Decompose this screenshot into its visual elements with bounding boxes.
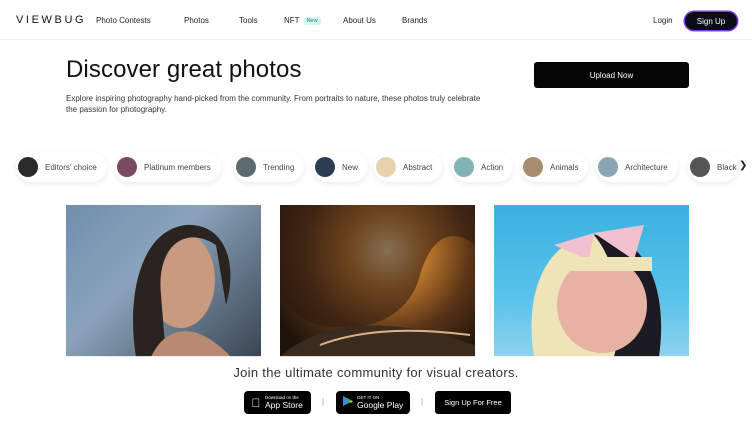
upload-now-button[interactable]: Upload Now bbox=[534, 62, 689, 88]
google-play-icon bbox=[339, 395, 357, 410]
photo-portrait-woman[interactable] bbox=[66, 205, 261, 357]
category-animals[interactable]: Animals bbox=[521, 152, 589, 182]
divider: | bbox=[421, 397, 424, 406]
category-architecture[interactable]: Architecture bbox=[596, 152, 678, 182]
new-badge: New bbox=[303, 17, 321, 25]
nav-nft[interactable]: NFT New bbox=[284, 16, 321, 25]
google-play-button[interactable]: GET IT ON Google Play bbox=[336, 391, 410, 414]
category-label: Action bbox=[481, 162, 504, 172]
apple-icon:  bbox=[247, 396, 265, 410]
signup-free-button[interactable]: Sign Up For Free bbox=[435, 391, 511, 414]
category-thumb bbox=[454, 157, 474, 177]
hero-description: Explore inspiring photography hand-picke… bbox=[66, 94, 481, 114]
login-link[interactable]: Login bbox=[653, 16, 673, 25]
category-thumb bbox=[523, 157, 543, 177]
category-action[interactable]: Action bbox=[452, 152, 514, 182]
category-thumb bbox=[18, 157, 38, 177]
category-label: New bbox=[342, 162, 359, 172]
category-label: Platinum members bbox=[144, 162, 211, 172]
photo-cave[interactable] bbox=[280, 205, 475, 357]
category-thumb bbox=[117, 157, 137, 177]
category-label: Architecture bbox=[625, 162, 668, 172]
category-new[interactable]: New bbox=[313, 152, 369, 182]
google-play-label: Google Play bbox=[357, 400, 404, 410]
promo-headline: Join the ultimate community for visual c… bbox=[233, 365, 519, 380]
category-thumb bbox=[376, 157, 396, 177]
category-black[interactable]: Black bbox=[688, 152, 738, 182]
category-thumb bbox=[236, 157, 256, 177]
category-trending[interactable]: Trending bbox=[234, 152, 305, 182]
divider: | bbox=[322, 397, 325, 406]
top-nav: VIEWBUG Photo Contests Photos Tools NFT N… bbox=[0, 0, 752, 40]
category-thumb bbox=[315, 157, 335, 177]
category-abstract[interactable]: Abstract bbox=[374, 152, 443, 182]
category-label: Abstract bbox=[403, 162, 433, 172]
nav-photos[interactable]: Photos bbox=[184, 16, 209, 25]
signup-button[interactable]: Sign Up bbox=[685, 12, 737, 30]
nav-about-us[interactable]: About Us bbox=[343, 16, 376, 25]
page-title: Discover great photos bbox=[66, 56, 302, 83]
app-store-button[interactable]:  Download on the App Store bbox=[244, 391, 311, 414]
viewbug-logo[interactable]: VIEWBUG bbox=[16, 14, 86, 26]
nav-brands[interactable]: Brands bbox=[402, 16, 427, 25]
category-label: Trending bbox=[263, 162, 295, 172]
category-thumb bbox=[690, 157, 710, 177]
category-bar: Editors' choice Platinum members Trendin… bbox=[0, 152, 752, 184]
category-label: Editors' choice bbox=[45, 162, 97, 172]
category-thumb bbox=[598, 157, 618, 177]
nav-tools[interactable]: Tools bbox=[239, 16, 258, 25]
nav-nft-label: NFT bbox=[284, 16, 300, 25]
app-store-label: App Store bbox=[265, 400, 303, 410]
category-label: Black bbox=[717, 162, 737, 172]
category-platinum-members[interactable]: Platinum members bbox=[115, 152, 221, 182]
photo-blonde-bow-woman[interactable] bbox=[494, 205, 689, 357]
chevron-right-icon[interactable]: ❯ bbox=[739, 160, 747, 171]
nav-photo-contests[interactable]: Photo Contests bbox=[96, 16, 151, 25]
category-editors-choice[interactable]: Editors' choice bbox=[16, 152, 107, 182]
category-label: Animals bbox=[550, 162, 579, 172]
